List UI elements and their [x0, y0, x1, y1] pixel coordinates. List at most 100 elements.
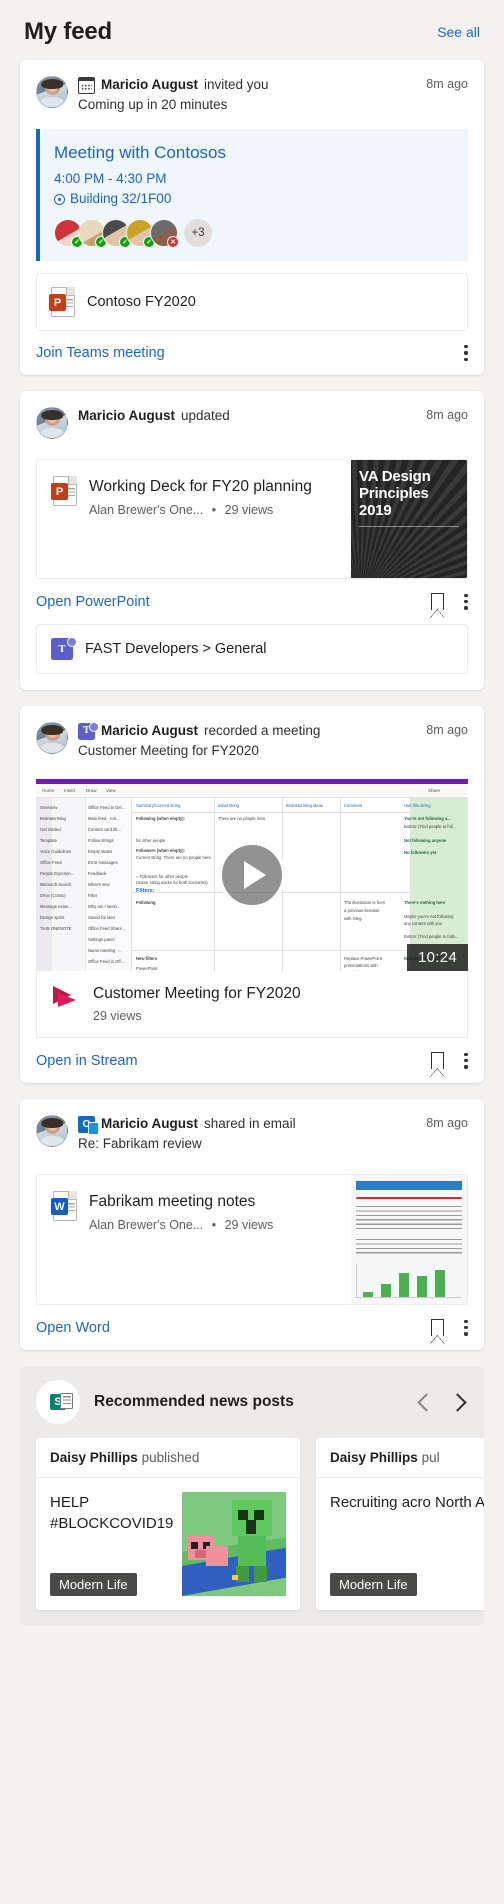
document-title: Fabrikam meeting notes	[89, 1193, 256, 1211]
news-card-body: Recruiting acro North Africa ar Modern L…	[316, 1478, 484, 1610]
channel-tile[interactable]: T FAST Developers > General	[36, 624, 468, 675]
news-verb: pul	[421, 1450, 440, 1466]
meeting-details[interactable]: Meeting with Contosos 4:00 PM - 4:30 PM …	[36, 129, 468, 261]
separator-dot: •	[211, 503, 217, 518]
feed-card-document-update[interactable]: Maricio August updated 8m ago P Working …	[20, 391, 484, 691]
news-author: Daisy Phillips	[50, 1450, 138, 1466]
sway-news-icon: S	[36, 1380, 80, 1425]
avatar	[36, 722, 68, 755]
bee-figure-icon	[232, 1575, 238, 1581]
video-duration-badge: 10:24	[406, 944, 468, 972]
document-location: Alan Brewer's One...	[89, 503, 204, 518]
location-pin-icon	[54, 193, 65, 205]
timestamp: 8m ago	[426, 77, 468, 91]
attendee-avatar[interactable]: ✕	[150, 219, 179, 248]
teams-icon: T	[51, 637, 77, 661]
video-thumbnail[interactable]: Home Insert Draw View Share Overview Brain…	[36, 779, 468, 972]
card-action-icons	[430, 1319, 468, 1345]
feed-header: My feed See all	[0, 0, 504, 60]
powerpoint-file-icon: P	[51, 476, 77, 507]
document-thumbnail	[351, 1175, 467, 1305]
bookmark-icon[interactable]	[430, 1319, 445, 1345]
channel-label: FAST Developers > General	[85, 641, 267, 658]
join-teams-meeting-link[interactable]: Join Teams meeting	[36, 345, 165, 361]
news-carousel: Daisy Phillips published HELP #BLOCKCOVI…	[20, 1424, 484, 1611]
page-title: My feed	[24, 18, 112, 45]
news-section-title: Recommended news posts	[94, 1393, 294, 1411]
actor-name: Maricio August	[101, 77, 199, 92]
card-action-icons	[430, 593, 468, 619]
news-tag[interactable]: Modern Life	[50, 1573, 137, 1597]
thumbnail-title-bar	[356, 1181, 462, 1191]
play-button-icon[interactable]	[218, 841, 286, 910]
card-actions: Open Word	[20, 1305, 484, 1350]
meeting-time: 4:00 PM - 4:30 PM	[54, 171, 167, 186]
card-header: T Maricio August recorded a meeting Cust…	[20, 706, 484, 771]
document-tile[interactable]: P Working Deck for FY20 planning Alan Br…	[36, 459, 468, 580]
card-header-text: Maricio August invited you Coming up in …	[78, 76, 468, 115]
more-options-icon[interactable]	[464, 593, 468, 610]
document-thumbnail: VA Design Principles 2019	[351, 460, 467, 579]
bookmark-icon[interactable]	[430, 593, 445, 619]
card-actions: Open in Stream	[20, 1038, 484, 1083]
card-header-text: Maricio August updated	[78, 407, 468, 425]
open-word-link[interactable]: Open Word	[36, 1320, 110, 1336]
creeper-figure-icon	[226, 1500, 282, 1584]
feed-card-meeting-invite[interactable]: Maricio August invited you Coming up in …	[20, 60, 484, 376]
avatar	[36, 76, 68, 108]
chevron-right-icon[interactable]	[448, 1392, 467, 1412]
news-card[interactable]: Daisy Phillips published HELP #BLOCKCOVI…	[36, 1438, 300, 1611]
timestamp: 8m ago	[426, 408, 468, 423]
document-tile[interactable]: W Fabrikam meeting notes Alan Brewer's O…	[36, 1174, 468, 1306]
more-options-icon[interactable]	[464, 1319, 468, 1336]
activity-verb: invited you	[204, 77, 269, 92]
card-header-text: T Maricio August recorded a meeting Cust…	[78, 721, 468, 761]
video-meta[interactable]: Customer Meeting for FY2020 29 views	[36, 971, 468, 1039]
actor-name: Maricio August	[101, 1116, 199, 1132]
document-views: 29 views	[224, 1218, 274, 1233]
see-all-link[interactable]: See all	[437, 24, 480, 40]
news-card[interactable]: Daisy Phillips pul Recruiting acro North…	[316, 1438, 484, 1611]
news-verb: published	[141, 1450, 200, 1466]
news-tag[interactable]: Modern Life	[330, 1573, 417, 1597]
activity-verb: shared in email	[204, 1116, 296, 1132]
thumbnail-title: VA Design Principles 2019	[359, 468, 431, 520]
attendee-list: ✓ ✓ ✓ ✓ ✕ +3	[54, 219, 452, 248]
activity-verb: recorded a meeting	[204, 723, 321, 739]
activity-verb: updated	[181, 408, 230, 424]
timestamp: 8m ago	[426, 723, 468, 738]
news-carousel-nav	[417, 1392, 470, 1412]
document-views: 29 views	[224, 503, 274, 518]
calendar-icon	[78, 76, 95, 94]
attendee-overflow-count[interactable]: +3	[184, 219, 212, 247]
stream-icon	[53, 985, 79, 1008]
teams-icon: T	[78, 721, 99, 740]
attachment-tile[interactable]: P Contoso FY2020	[36, 273, 468, 331]
thumbnail-chart	[356, 1264, 462, 1299]
news-author: Daisy Phillips	[330, 1450, 418, 1466]
bookmark-icon[interactable]	[430, 1052, 445, 1078]
card-action-icons	[430, 1052, 468, 1078]
feed-card-email-share[interactable]: O Maricio August shared in email Re: Fab…	[20, 1099, 484, 1351]
open-in-stream-link[interactable]: Open in Stream	[36, 1053, 138, 1069]
card-header: Maricio August invited you Coming up in …	[20, 60, 484, 125]
open-powerpoint-link[interactable]: Open PowerPoint	[36, 594, 150, 610]
chevron-left-icon[interactable]	[417, 1392, 436, 1412]
pig-figure-icon	[188, 1536, 228, 1574]
powerpoint-file-icon: P	[49, 287, 75, 317]
news-card-body: HELP #BLOCKCOVID19 Modern Life	[36, 1478, 300, 1610]
outlook-icon: O	[78, 1115, 99, 1135]
news-headline: HELP #BLOCKCOVID19	[50, 1494, 174, 1533]
card-subtitle: Re: Fabrikam review	[78, 1136, 202, 1152]
card-header: O Maricio August shared in email Re: Fab…	[20, 1099, 484, 1164]
separator-dot: •	[211, 1218, 217, 1233]
news-card-header: Daisy Phillips published	[36, 1438, 300, 1479]
feed-card-meeting-recording[interactable]: T Maricio August recorded a meeting Cust…	[20, 706, 484, 1084]
video-views: 29 views	[93, 1009, 142, 1024]
more-options-icon[interactable]	[464, 1052, 468, 1069]
meeting-title: Meeting with Contosos	[54, 143, 226, 162]
news-header: S Recommended news posts	[20, 1380, 484, 1425]
actor-name: Maricio August	[78, 408, 176, 424]
more-options-icon[interactable]	[464, 345, 468, 362]
video-title: Customer Meeting for FY2020	[93, 985, 301, 1003]
